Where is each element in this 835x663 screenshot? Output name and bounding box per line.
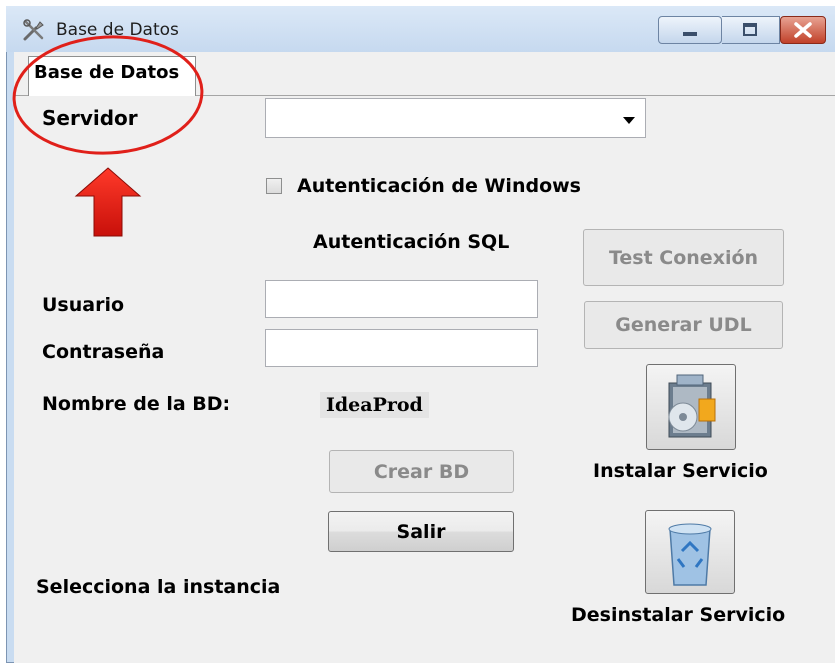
windows-auth-checkbox[interactable]: [266, 178, 282, 194]
password-input[interactable]: [265, 329, 538, 367]
install-package-icon: [668, 374, 716, 438]
generate-udl-button[interactable]: Generar UDL: [584, 301, 783, 349]
password-label: Contraseña: [42, 341, 165, 363]
select-instance-label: Selecciona la instancia: [36, 576, 281, 598]
user-label: Usuario: [42, 294, 125, 316]
annotation-ellipse: [12, 35, 204, 155]
install-service-button[interactable]: [646, 364, 736, 450]
close-button[interactable]: [780, 16, 826, 44]
recycle-bin-icon: [668, 523, 712, 586]
dbname-value: IdeaProd: [320, 392, 429, 418]
maximize-icon: [743, 23, 757, 36]
minimize-button[interactable]: [658, 16, 722, 44]
server-dropdown[interactable]: [265, 98, 646, 138]
annotation-arrow: [74, 167, 142, 237]
install-service-label: Instalar Servicio: [593, 460, 768, 482]
uninstall-service-label: Desinstalar Servicio: [571, 604, 786, 626]
test-connection-button[interactable]: Test Conexión: [583, 229, 784, 286]
maximize-button[interactable]: [722, 16, 780, 44]
chevron-down-icon[interactable]: [622, 115, 636, 125]
minimize-icon: [683, 32, 697, 36]
create-db-button[interactable]: Crear BD: [329, 450, 514, 493]
dbname-label: Nombre de la BD:: [42, 393, 231, 415]
exit-button[interactable]: Salir: [328, 511, 514, 552]
sql-auth-heading: Autenticación SQL: [313, 231, 510, 253]
close-icon: [794, 22, 812, 38]
uninstall-service-button[interactable]: [645, 510, 735, 594]
windows-auth-label[interactable]: Autenticación de Windows: [297, 175, 581, 197]
user-input[interactable]: [265, 280, 538, 318]
